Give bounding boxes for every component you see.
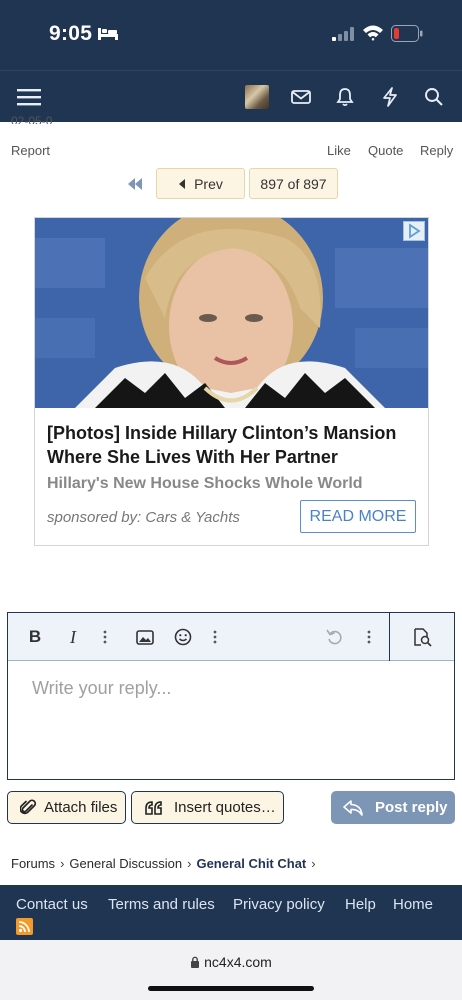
post-reply-button[interactable]: Post reply bbox=[331, 791, 455, 824]
attach-files-button[interactable]: Attach files bbox=[7, 791, 126, 824]
preview-icon[interactable] bbox=[411, 625, 433, 649]
ad-image[interactable] bbox=[35, 218, 428, 408]
report-link[interactable]: Report bbox=[11, 143, 50, 158]
breadcrumb: Forums › General Discussion › General Ch… bbox=[11, 856, 316, 871]
ad-choices-icon[interactable] bbox=[403, 221, 425, 241]
mail-icon[interactable] bbox=[288, 84, 314, 110]
rss-icon[interactable] bbox=[16, 918, 33, 935]
ad-subheadline[interactable]: Hillary's New House Shocks Whole World bbox=[47, 475, 363, 493]
footer-terms[interactable]: Terms and rules bbox=[108, 896, 215, 913]
browser-url-bar: nc4x4.com bbox=[0, 940, 462, 1000]
editor-toolbar: B I bbox=[8, 613, 454, 661]
url-display[interactable]: nc4x4.com bbox=[0, 954, 462, 970]
smile-icon[interactable] bbox=[173, 625, 193, 649]
undo-icon[interactable] bbox=[325, 625, 345, 649]
reply-link[interactable]: Reply bbox=[420, 143, 453, 158]
advertisement[interactable]: [Photos] Inside Hillary Clinton’s Mansio… bbox=[34, 217, 429, 546]
ad-headline[interactable]: [Photos] Inside Hillary Clinton’s Mansio… bbox=[47, 421, 422, 469]
footer-help[interactable]: Help bbox=[345, 896, 376, 913]
pagination: Prev 897 of 897 bbox=[0, 168, 462, 200]
attach-files-label: Attach files bbox=[44, 799, 118, 816]
prev-page-button[interactable]: Prev bbox=[156, 168, 245, 199]
post-reply-label: Post reply bbox=[375, 799, 448, 816]
cellular-signal-icon bbox=[332, 27, 354, 41]
bell-icon[interactable] bbox=[332, 84, 358, 110]
sleep-focus-icon bbox=[98, 28, 118, 40]
footer-home[interactable]: Home bbox=[393, 896, 433, 913]
breadcrumb-forums[interactable]: Forums bbox=[11, 856, 55, 871]
status-bar: 9:05 bbox=[0, 0, 462, 70]
chevron-left-icon bbox=[179, 178, 186, 189]
image-icon[interactable] bbox=[135, 625, 155, 649]
footer: Contact us Terms and rules Privacy polic… bbox=[0, 885, 462, 940]
home-indicator[interactable] bbox=[148, 986, 314, 991]
insert-quotes-label: Insert quotes… bbox=[174, 799, 276, 816]
insert-quotes-button[interactable]: Insert quotes… bbox=[131, 791, 284, 824]
bolt-icon[interactable] bbox=[377, 84, 403, 110]
prev-label: Prev bbox=[194, 175, 223, 192]
more-options-icon[interactable] bbox=[362, 625, 376, 649]
avatar[interactable] bbox=[245, 85, 269, 109]
breadcrumb-general-discussion[interactable]: General Discussion bbox=[69, 856, 182, 871]
reply-editor: B I Write your reply... bbox=[7, 612, 455, 780]
first-page-icon[interactable] bbox=[124, 174, 146, 194]
like-link[interactable]: Like bbox=[327, 143, 351, 158]
quote-link[interactable]: Quote bbox=[368, 143, 403, 158]
chevron-right-icon: › bbox=[311, 856, 316, 871]
more-options-icon[interactable] bbox=[98, 625, 112, 649]
paperclip-icon bbox=[20, 798, 36, 814]
status-time: 9:05 bbox=[49, 22, 93, 45]
reply-input[interactable]: Write your reply... bbox=[32, 678, 171, 699]
battery-icon bbox=[391, 25, 423, 42]
menu-icon[interactable] bbox=[16, 84, 42, 110]
search-icon[interactable] bbox=[421, 84, 447, 110]
ad-sponsor: sponsored by: Cars & Yachts bbox=[47, 509, 240, 526]
chevron-right-icon: › bbox=[187, 856, 192, 871]
footer-privacy[interactable]: Privacy policy bbox=[233, 896, 325, 913]
post-date-partial: 02-05-0 bbox=[11, 114, 53, 124]
url-text: nc4x4.com bbox=[204, 954, 272, 970]
footer-contact-us[interactable]: Contact us bbox=[16, 896, 88, 913]
more-options-icon[interactable] bbox=[208, 625, 222, 649]
breadcrumb-general-chit-chat[interactable]: General Chit Chat bbox=[196, 856, 306, 871]
chevron-right-icon: › bbox=[60, 856, 65, 871]
bold-icon[interactable]: B bbox=[26, 625, 44, 649]
italic-icon[interactable]: I bbox=[64, 625, 82, 649]
toolbar-divider bbox=[389, 613, 390, 661]
ad-read-more-button[interactable]: READ MORE bbox=[300, 500, 416, 533]
page-indicator[interactable]: 897 of 897 bbox=[249, 168, 338, 199]
top-navbar bbox=[0, 70, 462, 122]
post-actions: Report Like Quote Reply bbox=[0, 143, 462, 161]
wifi-icon bbox=[363, 25, 383, 41]
lock-icon bbox=[191, 956, 200, 968]
reply-arrow-icon bbox=[343, 799, 363, 816]
quote-icon bbox=[145, 800, 162, 815]
